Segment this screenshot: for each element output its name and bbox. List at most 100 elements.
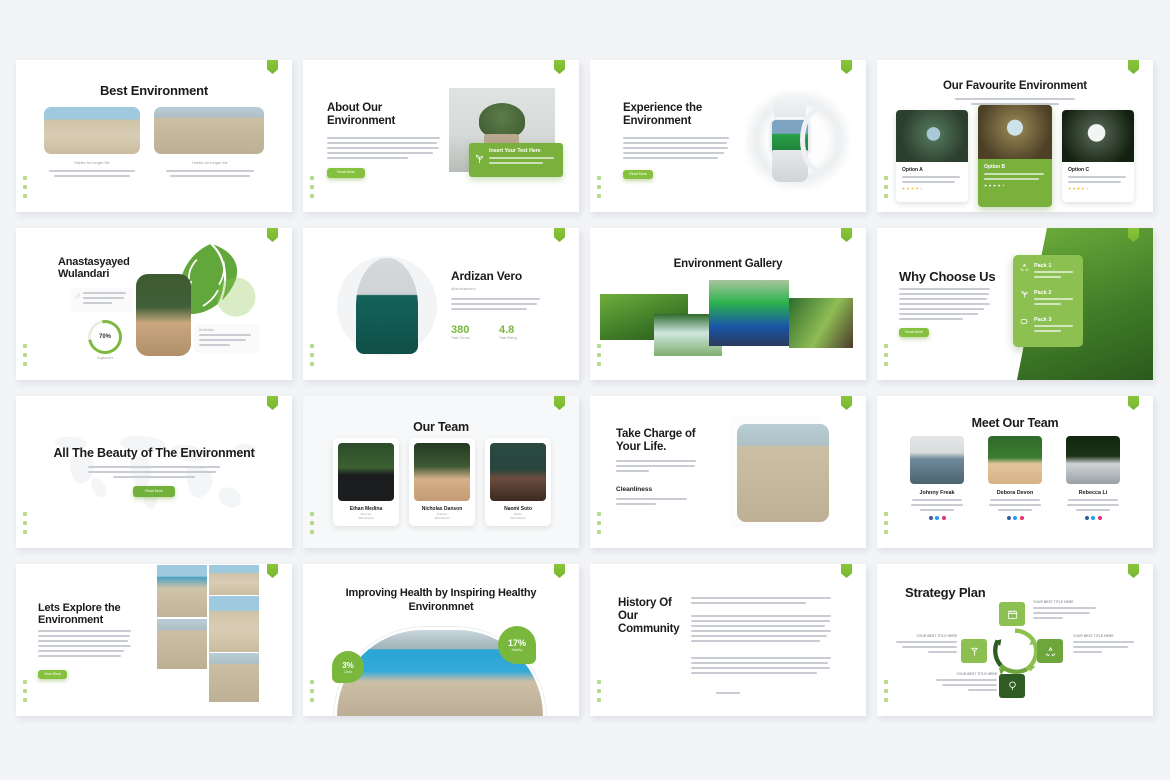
twitter-icon[interactable]: [597, 689, 601, 693]
gallery-photo[interactable]: [209, 653, 259, 702]
instagram-icon[interactable]: [310, 194, 314, 198]
option-card[interactable]: Option A: [896, 110, 968, 202]
node-tile-calendar[interactable]: [999, 602, 1025, 626]
facebook-icon[interactable]: [884, 176, 888, 180]
node-tile-globe[interactable]: [961, 639, 987, 663]
team-member-card[interactable]: Naomi Soto Writer 220 Clients: [485, 438, 551, 526]
gallery-photo[interactable]: [789, 298, 853, 348]
facebook-icon[interactable]: [884, 344, 888, 348]
facebook-icon[interactable]: [597, 176, 601, 180]
instagram-icon[interactable]: [884, 698, 888, 702]
slide-take-charge-of-your-life[interactable]: Take Charge of Your Life. Cleanliness: [590, 396, 866, 548]
gallery-photo[interactable]: [157, 619, 207, 669]
facebook-icon[interactable]: [310, 176, 314, 180]
twitter-icon[interactable]: [310, 353, 314, 357]
page-title: All The Beauty of The Environment: [53, 446, 255, 460]
slide-history-of-our-community[interactable]: History Of Our Community: [590, 564, 866, 716]
slide-ardizan-vero[interactable]: Ardizan Vero @ardizanvero 380 Total Clie…: [303, 228, 579, 380]
twitter-icon[interactable]: [597, 521, 601, 525]
slide-why-choose-us[interactable]: Why Choose Us Read More Pack 1 Pack 2 Pa…: [877, 228, 1153, 380]
twitter-icon[interactable]: [597, 185, 601, 189]
plant-icon: [1021, 291, 1028, 298]
instagram-icon[interactable]: [884, 530, 888, 534]
instagram-icon[interactable]: [310, 362, 314, 366]
twitter-icon[interactable]: [884, 185, 888, 189]
facebook-icon[interactable]: [597, 344, 601, 348]
member-photo: [414, 443, 470, 501]
facebook-icon[interactable]: [310, 680, 314, 684]
instagram-icon[interactable]: [310, 530, 314, 534]
slide-our-favourite-environment[interactable]: Our Favourite Environment Option A Optio…: [877, 60, 1153, 212]
facebook-icon[interactable]: [310, 344, 314, 348]
facebook-icon[interactable]: [597, 680, 601, 684]
pack-item[interactable]: Pack 3: [1020, 317, 1076, 335]
option-card[interactable]: Option C: [1062, 110, 1134, 202]
instagram-icon[interactable]: [23, 698, 27, 702]
team-member-card[interactable]: Debora Devon: [988, 436, 1042, 520]
read-more-button[interactable]: Read More: [623, 170, 653, 179]
slide-about-our-environment[interactable]: About Our Environment Read More Insert Y…: [303, 60, 579, 212]
team-member-card[interactable]: Johnny Freak: [910, 436, 964, 520]
node-tile-recycle[interactable]: [1037, 639, 1063, 663]
instagram-icon[interactable]: [884, 362, 888, 366]
facebook-icon[interactable]: [23, 512, 27, 516]
twitter-icon[interactable]: [884, 689, 888, 693]
instagram-icon[interactable]: [884, 194, 888, 198]
slide-experience-the-environment[interactable]: Experience the Environment Read More: [590, 60, 866, 212]
gallery-photo[interactable]: [157, 565, 207, 617]
twitter-icon[interactable]: [310, 185, 314, 189]
facebook-icon[interactable]: [23, 344, 27, 348]
instagram-icon[interactable]: [597, 698, 601, 702]
instagram-icon[interactable]: [23, 530, 27, 534]
facebook-icon[interactable]: [884, 512, 888, 516]
facebook-icon[interactable]: [884, 680, 888, 684]
instagram-icon[interactable]: [310, 698, 314, 702]
read-more-button[interactable]: Read More: [133, 486, 175, 497]
instagram-icon[interactable]: [23, 362, 27, 366]
gallery-photo[interactable]: [209, 565, 259, 595]
note-right-label: Dedication: [199, 328, 215, 332]
twitter-icon[interactable]: [884, 521, 888, 525]
slide-improving-health[interactable]: Improving Health by Inspiring Healthy En…: [303, 564, 579, 716]
view-more-button[interactable]: View More: [38, 670, 67, 679]
team-member-card[interactable]: Ethan Medina Director 480 Clients: [333, 438, 399, 526]
instagram-icon[interactable]: [597, 362, 601, 366]
read-more-button[interactable]: Read More: [899, 328, 929, 337]
slide-lets-explore-the-environment[interactable]: Lets Explore the Environment View More: [16, 564, 292, 716]
team-member-card[interactable]: Nicholas Danson Teacher 320 Clients: [409, 438, 475, 526]
slide-strategy-plan[interactable]: Strategy Plan YOUR BEST TITLE HERE YOUR …: [877, 564, 1153, 716]
twitter-icon[interactable]: [23, 689, 27, 693]
twitter-icon[interactable]: [310, 521, 314, 525]
instagram-icon[interactable]: [597, 194, 601, 198]
slide-environment-gallery[interactable]: Environment Gallery: [590, 228, 866, 380]
option-card-highlighted[interactable]: Option B: [978, 105, 1052, 207]
pack-item[interactable]: Pack 2: [1020, 290, 1076, 308]
pack-item[interactable]: Pack 1: [1020, 263, 1076, 281]
insert-text-callout[interactable]: Insert Your Text Here: [469, 143, 563, 177]
twitter-icon[interactable]: [23, 521, 27, 525]
twitter-icon[interactable]: [597, 353, 601, 357]
slide-best-environment[interactable]: Best Environment Habits for longer life …: [16, 60, 292, 212]
twitter-icon[interactable]: [884, 353, 888, 357]
gallery-photo[interactable]: [709, 280, 789, 346]
slide-all-the-beauty-of-the-environment[interactable]: All The Beauty of The Environment Read M…: [16, 396, 292, 548]
slide-anastasyayed-wulandari[interactable]: Anastasyayed Wulandari Dedication 70% Or…: [16, 228, 292, 380]
twitter-icon[interactable]: [310, 689, 314, 693]
facebook-icon[interactable]: [310, 512, 314, 516]
read-more-button[interactable]: Read More: [327, 168, 365, 178]
instagram-icon[interactable]: [597, 530, 601, 534]
facebook-icon[interactable]: [23, 176, 27, 180]
instagram-icon[interactable]: [23, 194, 27, 198]
slide-meet-our-team[interactable]: Meet Our Team Johnny Freak Debora Devon …: [877, 396, 1153, 548]
social-links[interactable]: [1066, 516, 1120, 520]
slide-our-team[interactable]: Our Team Ethan Medina Director 480 Clien…: [303, 396, 579, 548]
node-tile-tree[interactable]: [999, 674, 1025, 698]
social-links[interactable]: [988, 516, 1042, 520]
gallery-photo[interactable]: [209, 596, 259, 652]
facebook-icon[interactable]: [23, 680, 27, 684]
facebook-icon[interactable]: [597, 512, 601, 516]
social-links[interactable]: [910, 516, 964, 520]
twitter-icon[interactable]: [23, 353, 27, 357]
team-member-card[interactable]: Rebecca Li: [1066, 436, 1120, 520]
twitter-icon[interactable]: [23, 185, 27, 189]
